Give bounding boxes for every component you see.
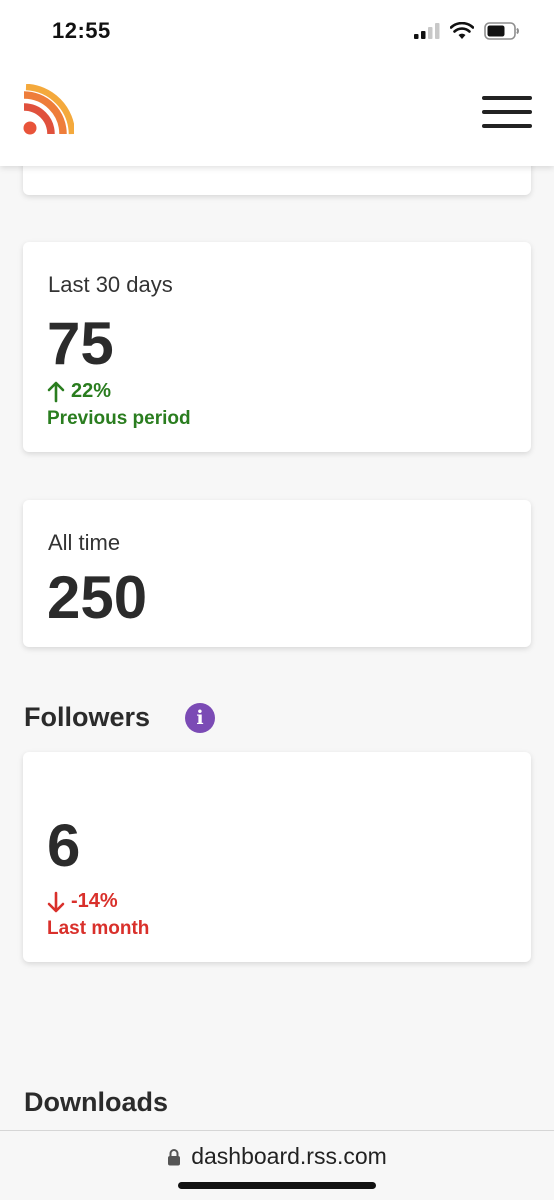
status-bar: 12:55: [0, 0, 554, 60]
section-title-downloads: Downloads: [24, 1087, 169, 1117]
url-field[interactable]: dashboard.rss.com: [0, 1143, 554, 1170]
delta-indicator: 22%: [47, 380, 111, 403]
stats-card-last-30-days: Last 30 days 75 22% Previous period: [23, 242, 531, 452]
stats-card-all-time: All time 250: [23, 500, 531, 647]
status-time: 12:55: [52, 18, 111, 43]
battery-icon: [484, 22, 519, 40]
home-indicator[interactable]: [178, 1182, 376, 1189]
app-header: [0, 60, 554, 166]
arrow-up-icon: [47, 381, 65, 402]
hamburger-menu-button[interactable]: [482, 96, 532, 130]
url-text: dashboard.rss.com: [191, 1143, 387, 1169]
menu-bar: [482, 124, 532, 128]
cellular-signal-icon: [414, 23, 440, 39]
delta-caption: Last month: [47, 918, 150, 939]
card-value: 75: [47, 310, 114, 377]
delta-caption: Previous period: [47, 408, 191, 429]
delta-value: -14%: [71, 890, 118, 912]
status-icons: [414, 22, 520, 40]
card-label: All time: [48, 530, 121, 555]
delta-value: 22%: [71, 380, 112, 402]
info-icon[interactable]: i: [185, 703, 215, 733]
dashboard-content[interactable]: Last 30 days 75 22% Previous period All …: [0, 0, 554, 1130]
followers-card: 6 -14% Last month: [23, 752, 531, 962]
menu-bar: [482, 96, 532, 100]
page: Last 30 days 75 22% Previous period All …: [0, 0, 554, 1200]
card-value: 250: [47, 564, 148, 631]
card-label: Last 30 days: [48, 272, 173, 297]
arrow-down-icon: [47, 891, 65, 912]
rss-logo-icon[interactable]: [22, 84, 74, 136]
wifi-icon: [450, 22, 474, 39]
menu-bar: [482, 110, 532, 114]
section-title-followers: Followers: [24, 702, 151, 732]
browser-address-bar: dashboard.rss.com: [0, 1130, 554, 1200]
lock-icon: [168, 1148, 181, 1165]
delta-indicator: -14%: [47, 890, 118, 913]
followers-value: 6: [47, 812, 81, 879]
